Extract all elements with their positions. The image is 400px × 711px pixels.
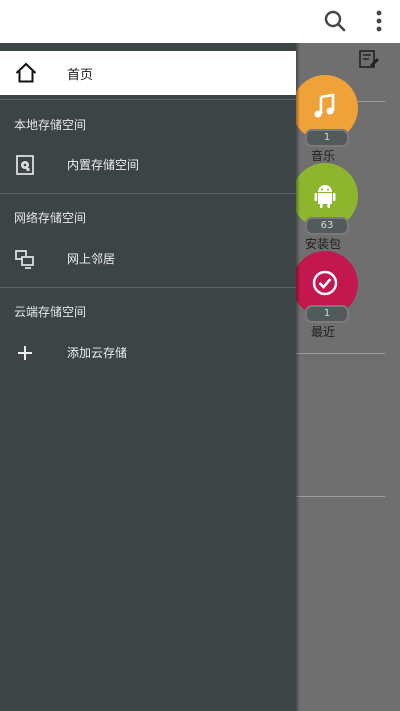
category-label: 最近 (310, 325, 335, 339)
section-title-cloud: 云端存储空间 (14, 305, 87, 319)
category-count-badge: 63 (305, 217, 349, 235)
drawer-item-label: 网上邻居 (67, 252, 116, 266)
category-count-badge: 1 (305, 305, 349, 323)
section-title-network: 网络存储空间 (14, 211, 87, 225)
drawer-item-label: 首页 (67, 68, 94, 83)
section-title-local: 本地存储空间 (14, 118, 87, 132)
drawer-divider (0, 193, 296, 194)
background-divider (296, 496, 385, 497)
internal-storage-icon (16, 155, 34, 175)
drawer-divider (0, 99, 296, 100)
android-icon (314, 185, 336, 208)
network-neighborhood-icon (15, 250, 34, 269)
category-label: 安装包 (304, 237, 341, 251)
music-note-icon (314, 93, 335, 118)
drawer-item-add-cloud-storage[interactable]: 添加云存储 (0, 333, 296, 373)
search-icon[interactable] (322, 8, 348, 34)
category-count-badge: 1 (305, 129, 349, 147)
drawer-item-label: 添加云存储 (67, 346, 128, 360)
drawer-item-internal-storage[interactable]: 内置存储空间 (0, 145, 296, 185)
category-label: 音乐 (310, 149, 335, 163)
edit-list-icon[interactable] (358, 48, 380, 70)
plus-icon (18, 346, 32, 360)
drawer-item-label: 内置存储空间 (67, 158, 140, 172)
drawer-edge-shadow (296, 43, 300, 711)
app-bar (0, 0, 400, 43)
drawer-divider (0, 287, 296, 288)
more-vertical-icon[interactable] (366, 8, 392, 34)
background-divider (296, 353, 385, 354)
drawer-item-home[interactable]: 首页 (0, 51, 296, 95)
drawer-item-network-neighborhood[interactable]: 网上邻居 (0, 239, 296, 279)
home-icon (15, 62, 37, 83)
recent-check-icon (312, 270, 338, 296)
navigation-drawer: 首页 本地存储空间 内置存储空间 网络存储空间 网上邻居 云端存储空间 添加云存… (0, 43, 296, 711)
